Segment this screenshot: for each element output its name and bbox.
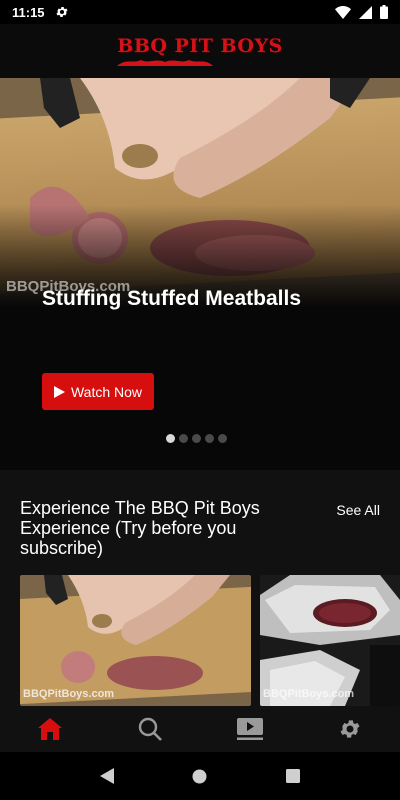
battery-icon <box>380 5 388 19</box>
carousel-pagination <box>166 434 227 443</box>
thumbnail-image <box>20 575 251 706</box>
app-header: BBQ PIT BOYS <box>0 24 400 78</box>
bottom-navigation <box>0 706 400 752</box>
settings-icon <box>340 720 360 738</box>
wifi-icon <box>335 5 351 19</box>
carousel-dot[interactable] <box>166 434 175 443</box>
home-system-button[interactable] <box>180 756 220 796</box>
nav-search[interactable] <box>120 706 180 752</box>
hero-video-thumbnail[interactable]: BBQPitBoys.com <box>0 78 400 308</box>
nav-videos[interactable] <box>220 706 280 752</box>
home-icon <box>38 718 62 740</box>
status-time: 11:15 <box>12 4 45 20</box>
back-button[interactable] <box>87 756 127 796</box>
play-icon <box>53 385 65 398</box>
settings-notification-icon <box>56 6 68 18</box>
watch-now-label: Watch Now <box>70 383 143 400</box>
carousel-dot[interactable] <box>218 434 227 443</box>
carousel-dot[interactable] <box>179 434 188 443</box>
video-thumbnail[interactable]: BBQPitBoys.com <box>260 575 400 706</box>
see-all-link[interactable]: See All <box>336 502 380 518</box>
nav-home[interactable] <box>20 706 80 752</box>
back-icon <box>99 768 114 784</box>
hero-image <box>0 78 400 308</box>
hero-title: Stuffing Stuffed Meatballs <box>42 287 301 310</box>
nav-settings[interactable] <box>320 706 380 752</box>
hero-carousel[interactable]: BBQPitBoys.com Stuffing Stuffed Meatball… <box>0 78 400 470</box>
section-title: Experience The BBQ Pit Boys Experience (… <box>20 498 260 558</box>
watch-now-button[interactable]: Watch Now <box>42 373 154 410</box>
search-icon <box>138 717 162 741</box>
video-library-icon <box>237 718 263 740</box>
recents-icon <box>286 769 301 783</box>
video-thumbnail[interactable]: BBQPitBoys.com <box>20 575 251 706</box>
carousel-dot[interactable] <box>205 434 214 443</box>
home-circle-icon <box>192 769 207 783</box>
thumbnail-watermark: BBQPitBoys.com <box>23 688 115 700</box>
status-bar: 11:15 <box>0 0 400 24</box>
brand-logo: BBQ PIT BOYS <box>117 34 283 66</box>
system-navigation-bar <box>0 752 400 800</box>
experience-section: Experience The BBQ Pit Boys Experience (… <box>0 470 400 706</box>
flame-graphic-icon <box>117 59 214 66</box>
carousel-dot[interactable] <box>192 434 201 443</box>
signal-icon <box>359 5 372 19</box>
thumbnail-image <box>260 575 400 706</box>
recents-button[interactable] <box>273 756 313 796</box>
thumbnail-watermark: BBQPitBoys.com <box>263 688 355 700</box>
logo-text: BBQ PIT BOYS <box>117 34 283 57</box>
